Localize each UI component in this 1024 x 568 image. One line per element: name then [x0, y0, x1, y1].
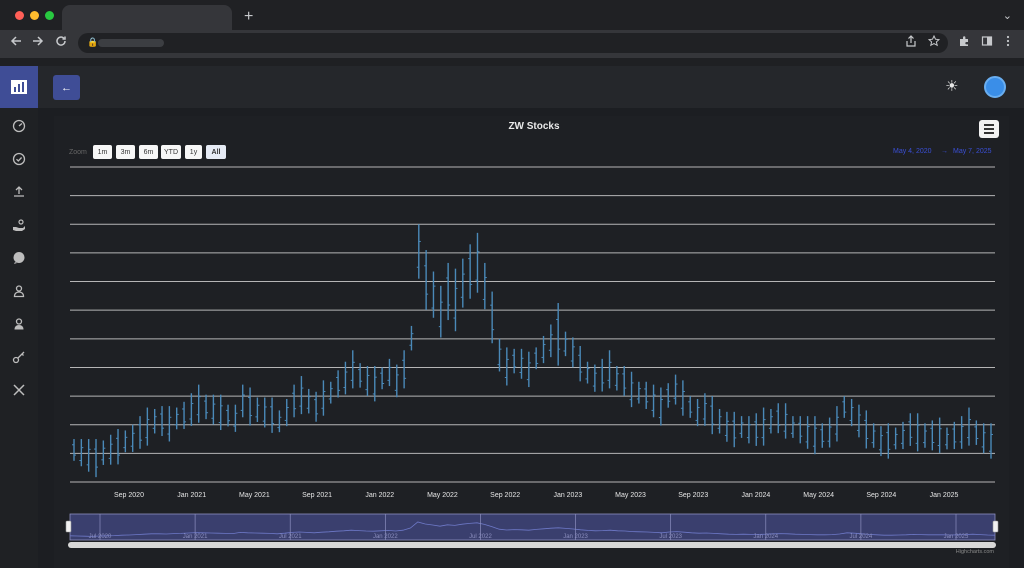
x-tick-label: Jan 2025 [930, 492, 959, 499]
new-tab-button[interactable]: + [244, 7, 253, 27]
url-text-redacted [98, 39, 164, 47]
extensions-icon[interactable] [958, 35, 970, 51]
x-tick-label: May 2022 [427, 492, 458, 499]
dashboard-icon[interactable] [10, 117, 28, 135]
user-badge-icon[interactable] [10, 315, 28, 333]
stock-chart: ZW Stocks Zoom 1m 3m 6m YTD 1y All May 4… [54, 116, 1009, 568]
navigator-handle-right[interactable] [992, 520, 999, 533]
browser-menu-icon[interactable] [1005, 35, 1011, 51]
navigator-tick-label: Jul 2020 [89, 534, 112, 540]
chart-credits: Highcharts.com [956, 549, 995, 555]
reload-icon[interactable] [54, 34, 68, 52]
tab-search-icon[interactable]: ⌄ [1003, 9, 1012, 22]
theme-toggle-sun-icon[interactable]: ☀ [945, 78, 958, 96]
navigator-scrollbar[interactable] [68, 542, 996, 548]
key-icon[interactable] [10, 348, 28, 366]
close-window-icon[interactable] [15, 11, 24, 20]
x-tick-label: Jan 2021 [177, 492, 206, 499]
app-header: ← ☀ [38, 66, 1024, 108]
navigator-handle-left[interactable] [65, 520, 72, 533]
x-tick-label: May 2024 [803, 492, 834, 499]
minimize-window-icon[interactable] [30, 11, 39, 20]
back-nav-icon[interactable] [9, 34, 23, 52]
upload-icon[interactable] [10, 183, 28, 201]
x-tick-label: May 2023 [615, 492, 646, 499]
navigator-tick-label: Jan 2025 [944, 534, 969, 540]
navigator-tick-label: Jul 2021 [279, 534, 302, 540]
x-tick-label: Sep 2023 [678, 492, 708, 499]
hand-coins-icon[interactable] [10, 216, 28, 234]
share-icon[interactable] [905, 35, 917, 51]
back-button[interactable]: ← [53, 75, 80, 100]
x-tick-label: Jan 2024 [742, 492, 771, 499]
navigator-tick-label: Jul 2024 [850, 534, 873, 540]
user-avatar[interactable] [984, 76, 1006, 98]
maximize-window-icon[interactable] [45, 11, 54, 20]
chrome-divider [0, 58, 1024, 66]
chat-icon[interactable] [10, 249, 28, 267]
user-icon[interactable] [10, 282, 28, 300]
navigator-tick-label: Jan 2023 [563, 534, 588, 540]
x-tick-label: Jan 2023 [553, 492, 582, 499]
check-circle-icon[interactable] [10, 150, 28, 168]
chart-plot-area: Sep 2020 Jan 2021 May 2021 Sep 2021 Jan 2022… [65, 166, 999, 555]
navigator-tick-label: Jan 2022 [373, 534, 398, 540]
browser-tab[interactable] [62, 5, 232, 30]
main-content: ← ☀ ZW Stocks Zoom 1m 3m 6m YTD 1y All M… [38, 66, 1024, 568]
side-panel-icon[interactable] [981, 35, 993, 51]
app-logo-icon[interactable] [0, 66, 38, 108]
navigator-tick-label: Jan 2021 [183, 534, 208, 540]
x-tick-label: Sep 2021 [302, 492, 332, 499]
address-bar[interactable]: 🔒 [78, 33, 948, 53]
forward-nav-icon[interactable] [31, 34, 45, 52]
navigator-tick-label: Jul 2023 [659, 534, 682, 540]
x-tick-label: Jan 2022 [365, 492, 394, 499]
navigator-tick-label: Jan 2024 [753, 534, 778, 540]
navigator-tick-label: Jul 2022 [469, 534, 492, 540]
tools-icon[interactable] [10, 381, 28, 399]
x-tick-label: May 2021 [239, 492, 270, 499]
x-tick-label: Sep 2024 [866, 492, 896, 499]
x-tick-label: Sep 2022 [490, 492, 520, 499]
sidebar [0, 66, 38, 568]
lock-icon: 🔒 [87, 37, 99, 47]
x-tick-label: Sep 2020 [114, 492, 144, 499]
bookmark-star-icon[interactable] [927, 34, 941, 51]
